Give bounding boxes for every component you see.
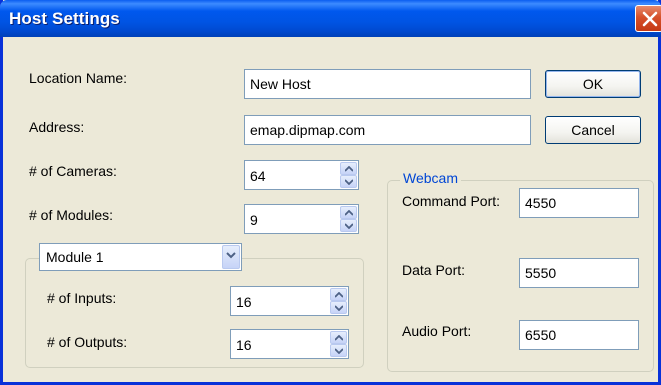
- cameras-spin-down[interactable]: [340, 175, 357, 188]
- spin-down-arrow-icon: [345, 223, 353, 229]
- close-button[interactable]: [635, 5, 661, 32]
- spin-up-arrow-icon: [345, 210, 353, 216]
- webcam-group-title: Webcam: [400, 170, 461, 186]
- chevron-down-icon: [226, 252, 236, 259]
- ok-button-label: OK: [582, 76, 604, 92]
- inputs-label: # of Inputs:: [47, 290, 117, 306]
- modules-spin-up[interactable]: [340, 206, 357, 219]
- modules-value: 9: [250, 212, 258, 228]
- module-select-value: Module 1: [46, 249, 104, 265]
- modules-spin-down[interactable]: [340, 219, 357, 232]
- audio-port-input[interactable]: 6550: [519, 320, 639, 350]
- ok-button[interactable]: OK: [545, 70, 641, 98]
- inputs-spin-up[interactable]: [330, 288, 347, 301]
- cameras-label: # of Cameras:: [29, 163, 117, 179]
- spin-down-arrow-icon: [335, 305, 343, 311]
- host-settings-dialog: Host Settings Location Name: New Host Ad…: [0, 0, 661, 385]
- outputs-spinbox[interactable]: 16: [230, 329, 349, 359]
- inputs-spin-down[interactable]: [330, 301, 347, 314]
- data-port-label: Data Port:: [402, 262, 466, 278]
- spin-up-arrow-icon: [345, 166, 353, 172]
- cameras-value: 64: [250, 168, 266, 184]
- outputs-label: # of Outputs:: [47, 334, 128, 350]
- inputs-spinbox[interactable]: 16: [230, 286, 349, 316]
- outputs-value: 16: [236, 337, 252, 353]
- cancel-button[interactable]: Cancel: [545, 116, 641, 144]
- module-select[interactable]: Module 1: [39, 243, 242, 271]
- cameras-spinbox[interactable]: 64: [244, 160, 359, 190]
- outputs-spin-up[interactable]: [330, 331, 347, 344]
- spin-up-arrow-icon: [335, 335, 343, 341]
- cancel-button-label: Cancel: [571, 122, 615, 138]
- address-label: Address:: [29, 119, 85, 135]
- location-name-input[interactable]: New Host: [244, 69, 531, 99]
- address-input[interactable]: emap.dipmap.com: [244, 115, 531, 145]
- dialog-content: Location Name: New Host Address: emap.di…: [3, 37, 658, 382]
- command-port-input[interactable]: 4550: [519, 188, 639, 218]
- spin-up-arrow-icon: [335, 292, 343, 298]
- modules-spinbox[interactable]: 9: [244, 204, 359, 234]
- data-port-input[interactable]: 5550: [519, 258, 639, 288]
- command-port-label: Command Port:: [402, 193, 501, 209]
- location-name-label: Location Name:: [29, 70, 128, 86]
- inputs-value: 16: [236, 294, 252, 310]
- audio-port-label: Audio Port:: [402, 323, 472, 339]
- spin-down-arrow-icon: [345, 179, 353, 185]
- cameras-spin-up[interactable]: [340, 162, 357, 175]
- outputs-spin-down[interactable]: [330, 344, 347, 357]
- close-icon: [642, 11, 658, 27]
- window-title: Host Settings: [9, 9, 120, 28]
- module-select-dropdown-button[interactable]: [222, 245, 240, 269]
- title-bar[interactable]: Host Settings: [0, 0, 661, 37]
- spin-down-arrow-icon: [335, 348, 343, 354]
- modules-label: # of Modules:: [29, 207, 114, 223]
